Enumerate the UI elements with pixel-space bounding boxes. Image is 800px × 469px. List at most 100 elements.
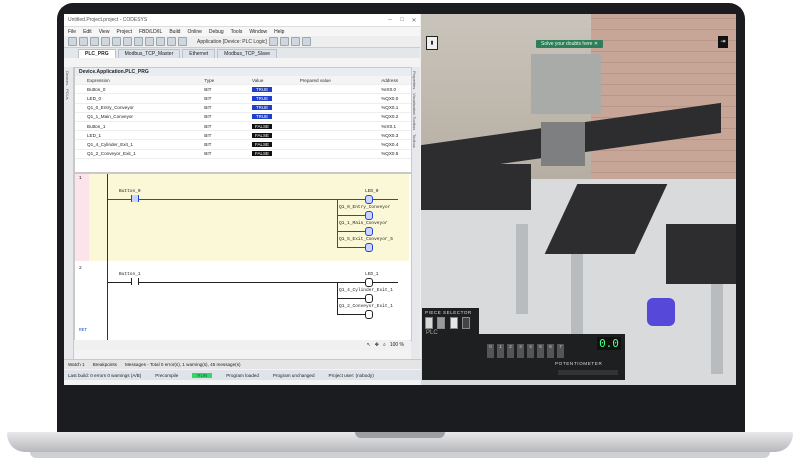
status-changes: Program unchanged — [272, 372, 315, 378]
login-icon[interactable] — [268, 37, 278, 46]
var-name: Button_1 — [87, 123, 106, 129]
side-tab-properties[interactable]: Properties — [412, 71, 417, 89]
col-prepared[interactable]: Prepared value — [300, 78, 382, 83]
rung-1-number-area[interactable]: 1 — [75, 174, 89, 261]
print-icon[interactable] — [101, 37, 110, 46]
zoom-level[interactable]: 100 % — [390, 342, 404, 348]
potentiometer-slider[interactable] — [558, 370, 618, 375]
stop-icon[interactable] — [301, 37, 311, 46]
factory-simulation-view[interactable]: ▮ ⇥ Solve your doubts here ✕ PIECE SELEC… — [421, 14, 736, 385]
menu-help[interactable]: Help — [274, 29, 284, 35]
coil-led-1[interactable] — [365, 278, 373, 287]
push-button[interactable]: 3 — [517, 344, 524, 358]
tab-modbus-slave[interactable]: Modbus_TCP_Slave — [217, 49, 278, 58]
start-icon[interactable] — [290, 37, 300, 46]
coil-main-conveyor[interactable] — [365, 227, 373, 236]
col-expression[interactable]: Expression — [75, 78, 204, 83]
coil-label: Q1_0_Entry_Conveyor — [339, 205, 391, 210]
tab-watch[interactable]: Watch 1 — [68, 362, 85, 367]
coil-entry-conveyor[interactable] — [365, 211, 373, 220]
menu-build[interactable]: Build — [169, 29, 180, 35]
piece-swatch[interactable] — [461, 317, 470, 329]
menu-tools[interactable]: Tools — [231, 29, 243, 35]
coil-led-0[interactable] — [365, 195, 373, 204]
table-row[interactable]: Q1_0_Entry_Conveyor BIT TRUE %QX0.1 — [75, 104, 411, 113]
side-tab-devices[interactable]: Devices — [65, 71, 70, 85]
help-hint-button[interactable]: Solve your doubts here ✕ — [536, 40, 604, 48]
door-icon[interactable]: ▮ — [426, 36, 438, 50]
minimize-icon[interactable]: – — [384, 17, 396, 23]
push-button[interactable]: 0 — [487, 344, 494, 358]
piece-swatch[interactable] — [449, 317, 458, 329]
menu-debug[interactable]: Debug — [209, 29, 224, 35]
coil-cylinder-exit-1[interactable] — [365, 294, 373, 303]
conveyor-leg — [516, 224, 528, 314]
close-icon[interactable]: ✕ — [408, 17, 420, 24]
new-icon[interactable] — [68, 37, 77, 46]
menu-online[interactable]: Online — [187, 29, 201, 35]
col-type[interactable]: Type — [204, 78, 252, 83]
rung-wire — [108, 199, 398, 200]
table-row[interactable]: Button_0 BIT TRUE %IX0.0 — [75, 85, 411, 95]
table-row[interactable]: Q1_4_Cylinder_Exit_1 BIT FALSE %QX0.4 — [75, 140, 411, 150]
pan-icon[interactable]: ✥ — [375, 342, 379, 348]
copy-icon[interactable] — [145, 37, 154, 46]
push-button[interactable]: 1 — [497, 344, 504, 358]
push-button[interactable]: 5 — [537, 344, 544, 358]
save-icon[interactable] — [90, 37, 99, 46]
table-row[interactable]: LED_0 BIT TRUE %QX0.0 — [75, 94, 411, 104]
side-tab-visu-toolbox[interactable]: Visualization Toolbox — [412, 93, 417, 130]
menu-edit[interactable]: Edit — [83, 29, 92, 35]
col-value[interactable]: Value — [252, 78, 300, 83]
contact-button-1[interactable] — [131, 278, 139, 285]
table-row[interactable]: Button_1 BIT FALSE %IX0.1 — [75, 122, 411, 132]
tab-plc-prg[interactable]: PLC_PRG — [78, 49, 116, 58]
table-row[interactable]: Q1_1_Main_Conveyor BIT TRUE %QX0.2 — [75, 113, 411, 122]
coil-conveyor-exit-1[interactable] — [365, 310, 373, 319]
piece-swatch[interactable] — [425, 317, 433, 329]
push-button[interactable]: 6 — [547, 344, 554, 358]
logout-icon[interactable] — [279, 37, 289, 46]
menu-bar: File Edit View Project FBD/LD/IL Build O… — [64, 27, 420, 36]
build-icon[interactable] — [178, 37, 187, 46]
menu-project[interactable]: Project — [116, 29, 132, 35]
find-icon[interactable] — [167, 37, 176, 46]
zoom-icon[interactable]: ⌕ — [383, 342, 386, 348]
var-name: Q1_2_Conveyor_Exit_1 — [87, 151, 136, 157]
side-tab-toolbox[interactable]: Toolbox — [412, 134, 417, 148]
digital-display: 0.0 — [597, 337, 621, 350]
piece-swatch[interactable] — [437, 317, 446, 329]
close-icon[interactable]: ✕ — [594, 41, 598, 47]
pointer-icon[interactable]: ↖ — [367, 342, 371, 348]
side-tab-pous[interactable]: POUs — [65, 89, 70, 100]
col-address[interactable]: Address — [381, 78, 411, 83]
ladder-editor[interactable]: 1 2 Button_0 LED_0 Q1_0_Entry_Conveyor Q… — [74, 173, 412, 341]
rung-wire — [108, 282, 398, 283]
cut-icon[interactable] — [134, 37, 143, 46]
push-button[interactable]: 4 — [527, 344, 534, 358]
ladder-end-label: RET — [79, 328, 88, 333]
paste-icon[interactable] — [156, 37, 165, 46]
redo-icon[interactable] — [123, 37, 132, 46]
tab-modbus-master[interactable]: Modbus_TCP_Master — [117, 49, 181, 58]
menu-file[interactable]: File — [68, 29, 76, 35]
open-icon[interactable] — [79, 37, 88, 46]
push-button[interactable]: 2 — [507, 344, 514, 358]
undo-icon[interactable] — [112, 37, 121, 46]
conveyor-motor — [647, 298, 675, 326]
table-row[interactable]: LED_1 BIT FALSE %QX0.3 — [75, 131, 411, 141]
contact-button-0[interactable] — [131, 195, 139, 202]
push-button[interactable]: 7 — [557, 344, 564, 358]
exit-icon[interactable]: ⇥ — [718, 36, 728, 48]
tab-breakpoints[interactable]: Breakpoints — [93, 362, 117, 367]
tab-messages[interactable]: Messages - Total 0 error(s), 1 warning(s… — [125, 362, 241, 367]
table-row[interactable]: Q1_2_Conveyor_Exit_1 BIT FALSE %QX0.5 — [75, 150, 411, 159]
menu-view[interactable]: View — [99, 29, 110, 35]
contact-label: Button_1 — [119, 272, 141, 277]
maximize-icon[interactable]: □ — [396, 17, 408, 23]
application-selector[interactable]: Application [Device: PLC Logic] — [197, 39, 267, 45]
menu-fbd[interactable]: FBD/LD/IL — [139, 29, 162, 35]
coil-exit-conveyor-5[interactable] — [365, 243, 373, 252]
tab-ethernet[interactable]: Ethernet — [182, 49, 216, 58]
menu-window[interactable]: Window — [249, 29, 267, 35]
